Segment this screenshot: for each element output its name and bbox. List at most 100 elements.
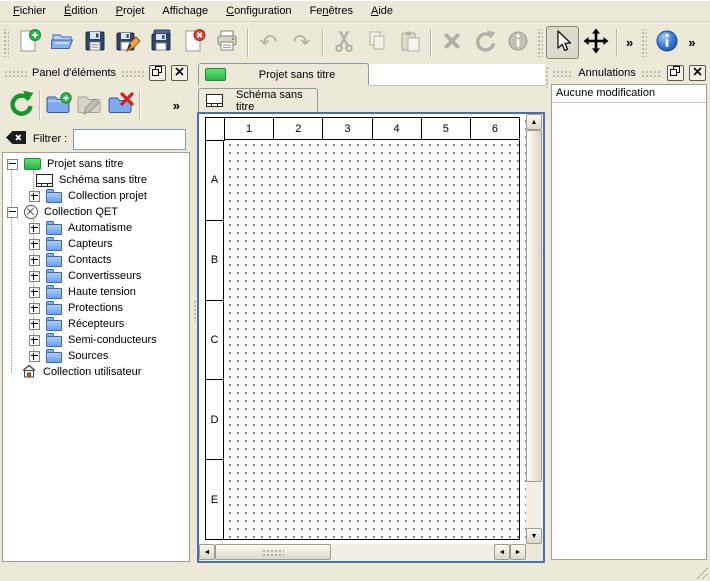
expand-expander-icon[interactable] [29,303,40,314]
elements-panel-titlebar[interactable]: Panel d'éléments [0,62,192,84]
undo-list-item[interactable]: Aucune modification [552,85,706,103]
rotate-button[interactable] [468,26,501,59]
project-icon [205,68,226,81]
clear-filter-button[interactable] [6,130,27,148]
menu-fichier[interactable]: Fichier [4,3,55,20]
scroll-right-button[interactable]: ► [510,544,526,560]
tree-item-protections[interactable]: Protections [3,300,189,316]
schema-tab-label: Schéma sans titre [236,89,310,113]
schema-icon [36,174,53,187]
folder-plus-icon [45,92,72,119]
redo-icon: ↷ [293,32,311,53]
filter-input[interactable] [73,129,186,150]
undo-history-list[interactable]: Aucune modification [551,84,707,560]
undo-panel-titlebar[interactable]: Annulations [548,62,710,84]
horizontal-scrollbar[interactable]: ◄ ◄ ► [199,544,526,561]
tab-schema-sans-titre[interactable]: Schéma sans titre [198,88,318,112]
tree-item-projet-sans-titre[interactable]: Projet sans titre [3,156,189,172]
expand-expander-icon[interactable] [29,223,40,234]
close-panel-button[interactable] [689,65,706,81]
open-project-button[interactable] [45,26,78,59]
paste-icon [398,29,422,56]
toolbar-drag-handle[interactable] [2,29,9,57]
toolbar-drag-handle[interactable] [536,29,543,57]
tree-item-sources[interactable]: Sources [3,348,189,364]
collapse-expander-icon[interactable] [7,207,18,218]
scroll-left-button[interactable]: ◄ [199,544,215,560]
expand-expander-icon[interactable] [29,335,40,346]
vertical-scrollbar[interactable]: ▲ ▼ [526,114,543,544]
float-icon [670,66,681,80]
undo-icon: ↶ [260,32,278,53]
close-document-button[interactable] [177,26,210,59]
save-button[interactable] [78,26,111,59]
save-as-button[interactable] [111,26,144,59]
tree-item-capteurs[interactable]: Capteurs [3,236,189,252]
folder-icon [46,272,62,283]
print-button[interactable] [210,26,243,59]
menu-affichage[interactable]: Affichage [153,3,217,20]
delete-button[interactable] [435,26,468,59]
undo-button[interactable]: ↶ [252,26,285,59]
scroll-down-button[interactable]: ▼ [526,528,542,544]
reload-collections-button[interactable] [5,89,36,121]
float-panel-button[interactable] [149,65,166,81]
expand-expander-icon[interactable] [29,271,40,282]
elements-tree[interactable]: Projet sans titre Schéma sans titre Coll… [2,152,190,562]
menu-projet[interactable]: Projet [107,3,154,20]
toolbar-drag-handle[interactable] [640,29,647,57]
redo-button[interactable]: ↷ [285,26,318,59]
about-qet-button[interactable] [650,26,683,59]
scroll-up-button[interactable]: ▲ [526,114,542,130]
new-category-button[interactable] [43,89,74,121]
delete-category-button[interactable] [105,89,136,121]
expand-expander-icon[interactable] [29,351,40,362]
new-document-button[interactable] [12,26,45,59]
paste-button[interactable] [393,26,426,59]
menu-configuration[interactable]: Configuration [217,3,300,20]
elements-panel-title: Panel d'éléments [32,67,116,79]
horizontal-scroll-thumb[interactable] [215,544,331,560]
menu-bar: Fichier Édition Projet Affichage Configu… [0,0,710,22]
collapse-expander-icon[interactable] [7,159,18,170]
menu-edition[interactable]: Édition [55,3,107,20]
folder-icon [46,320,62,331]
save-all-button[interactable] [144,26,177,59]
more-chevron[interactable]: » [683,35,700,50]
element-info-button[interactable] [501,26,534,59]
expand-expander-icon[interactable] [29,319,40,330]
move-mode-button[interactable] [579,26,612,59]
tree-item-collection-utilisateur[interactable]: Collection utilisateur [3,364,189,380]
save-as-icon [115,28,141,57]
schema-canvas[interactable]: 1 2 3 4 5 6 A B C D E [199,114,526,544]
vertical-scroll-thumb[interactable] [526,130,542,482]
expand-expander-icon[interactable] [29,191,40,202]
select-mode-button[interactable] [546,26,579,59]
expand-expander-icon[interactable] [29,255,40,266]
folder-delete-icon [107,92,134,119]
edit-category-button[interactable] [74,89,105,121]
close-panel-button[interactable] [171,65,188,81]
more-tools-chevron[interactable]: » [621,35,638,50]
tree-item-automatisme[interactable]: Automatisme [3,220,189,236]
menu-aide[interactable]: Aide [362,3,402,20]
tree-item-collection-qet[interactable]: Collection QET [3,204,189,220]
elements-panel: Panel d'éléments » Filtrer : [0,62,192,581]
tree-item-recepteurs[interactable]: Récepteurs [3,316,189,332]
expand-expander-icon[interactable] [29,239,40,250]
panel-more-chevron[interactable]: » [168,98,185,113]
menu-fenetres[interactable]: Fenêtres [301,3,362,20]
tab-projet-sans-titre[interactable]: Projet sans titre [198,63,369,85]
tree-item-schema-sans-titre[interactable]: Schéma sans titre [3,172,189,188]
expand-expander-icon[interactable] [29,287,40,298]
frame-corner-cell [206,118,225,141]
scroll-left-button-2[interactable]: ◄ [494,544,510,560]
tree-item-haute-tension[interactable]: Haute tension [3,284,189,300]
tree-item-collection-projet[interactable]: Collection projet [3,188,189,204]
tree-item-semi-conducteurs[interactable]: Semi-conducteurs [3,332,189,348]
tree-item-convertisseurs[interactable]: Convertisseurs [3,268,189,284]
copy-button[interactable] [360,26,393,59]
tree-item-contacts[interactable]: Contacts [3,252,189,268]
cut-button[interactable] [327,26,360,59]
float-panel-button[interactable] [667,65,684,81]
